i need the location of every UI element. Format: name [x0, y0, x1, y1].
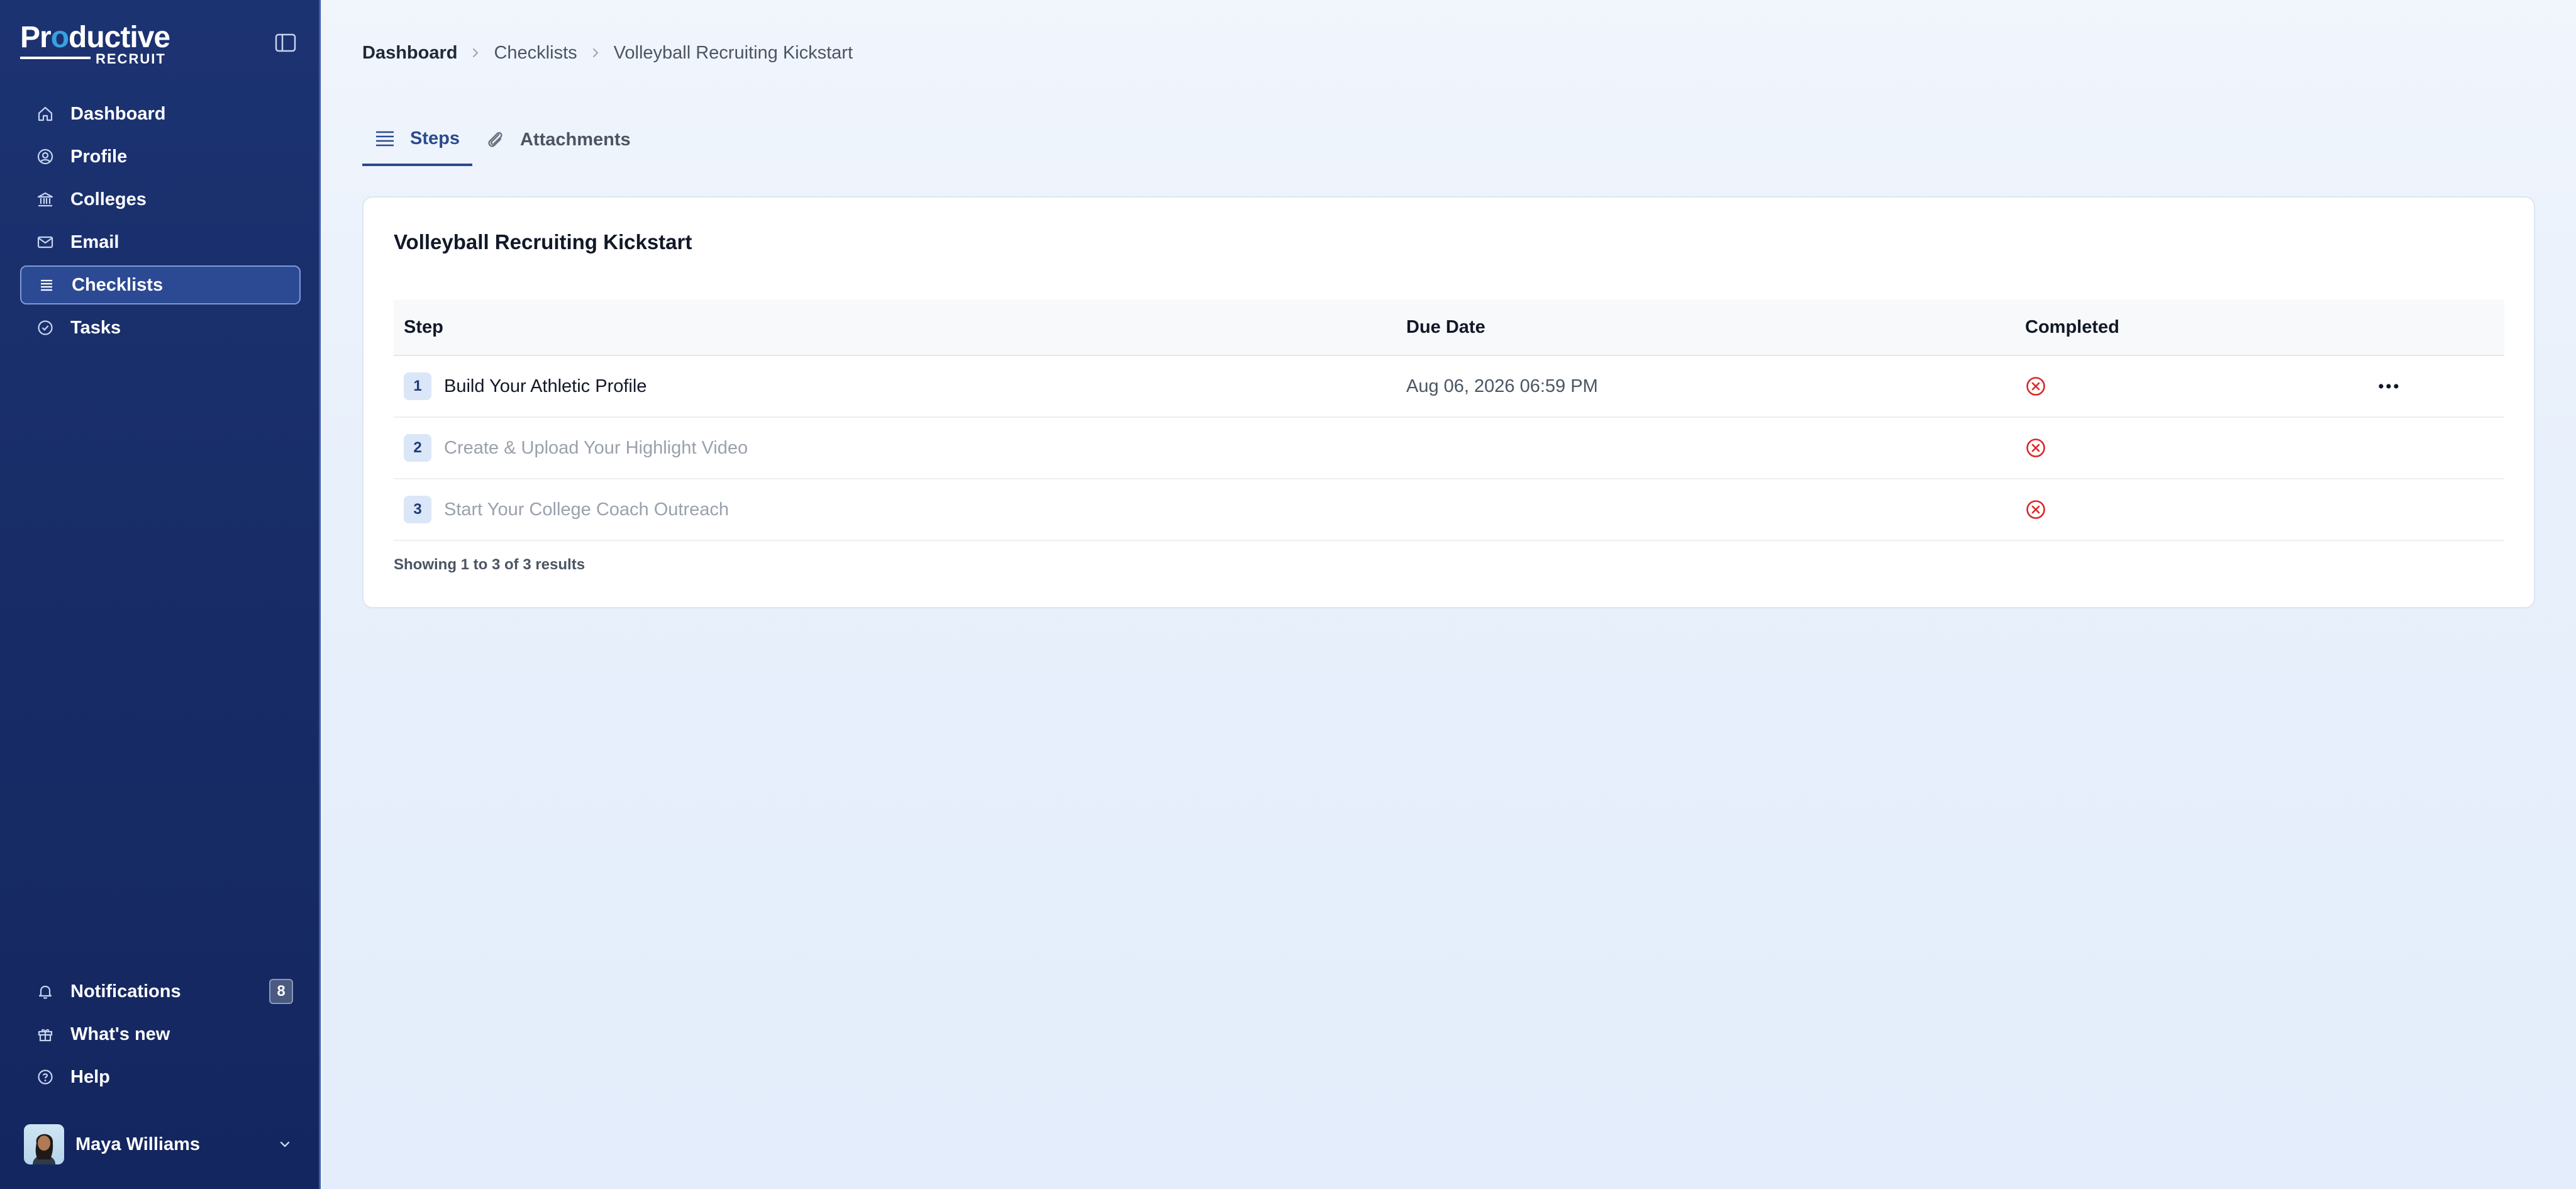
building-icon [36, 191, 54, 208]
sidebar-item-label: Colleges [70, 189, 147, 209]
tab-bar: Steps Attachments [362, 113, 643, 167]
step-number-badge: 1 [404, 372, 431, 400]
check-circle-icon [36, 319, 54, 337]
pagination-summary: Showing 1 to 3 of 3 results [394, 556, 586, 573]
sidebar-item-notifications[interactable]: Notifications 8 [20, 972, 301, 1011]
tab-steps[interactable]: Steps [362, 113, 472, 166]
chevron-right-icon [590, 47, 601, 59]
chevron-down-icon [275, 1135, 294, 1154]
sidebar-collapse-button[interactable] [273, 31, 298, 54]
sidebar-item-help[interactable]: Help [20, 1058, 301, 1097]
more-horizontal-icon[interactable] [2377, 382, 2503, 390]
x-circle-icon[interactable] [2025, 499, 2377, 520]
sidebar: Productive RECRUIT Dashboard Profile Col… [0, 0, 321, 1189]
tab-label: Attachments [519, 129, 631, 150]
chevron-right-icon [470, 47, 481, 59]
sidebar-item-label: Notifications [70, 981, 181, 1002]
sidebar-item-checklists[interactable]: Checklists [20, 265, 301, 304]
steps-table: Step Due Date Completed 1 Build Your Ath… [394, 299, 2504, 541]
column-header-completed: Completed [2025, 316, 2119, 337]
step-number-badge: 3 [404, 496, 431, 523]
x-circle-icon[interactable] [2025, 376, 2377, 397]
sidebar-item-label: Tasks [70, 317, 121, 338]
step-name: Create & Upload Your Highlight Video [444, 437, 748, 458]
sidebar-item-label: What's new [70, 1024, 170, 1044]
sidebar-item-label: Dashboard [70, 103, 166, 124]
paperclip-icon [485, 129, 505, 150]
column-header-step: Step [404, 316, 443, 337]
tab-label: Steps [410, 128, 460, 148]
sidebar-item-tasks[interactable]: Tasks [20, 308, 301, 347]
table-row[interactable]: 1 Build Your Athletic Profile Aug 06, 20… [394, 356, 2504, 418]
sidebar-item-profile[interactable]: Profile [20, 137, 301, 176]
tab-attachments[interactable]: Attachments [472, 113, 643, 166]
step-name: Start Your College Coach Outreach [444, 499, 729, 520]
sidebar-item-label: Help [70, 1066, 110, 1087]
breadcrumb-checklists[interactable]: Checklists [494, 43, 577, 64]
logo-subtext: RECRUIT [96, 51, 166, 67]
step-name[interactable]: Build Your Athletic Profile [444, 376, 647, 397]
user-name: Maya Williams [75, 1134, 200, 1154]
sidebar-toggle-icon [275, 33, 296, 52]
sidebar-item-dashboard[interactable]: Dashboard [20, 94, 301, 133]
card-title: Volleyball Recruiting Kickstart [394, 230, 692, 254]
sidebar-nav: Dashboard Profile Colleges Email Checkli… [20, 94, 301, 351]
breadcrumb-dashboard[interactable]: Dashboard [362, 43, 457, 64]
logo-gear-letter: o [50, 21, 69, 54]
home-icon [36, 105, 54, 123]
checklist-card: Volleyball Recruiting Kickstart Step Due… [362, 196, 2535, 608]
logo-text-suffix: ductive [69, 21, 170, 54]
avatar [24, 1124, 64, 1164]
list-icon [38, 276, 55, 294]
sidebar-bottom-nav: Notifications 8 What's new Help [20, 972, 301, 1100]
main-content: Dashboard Checklists Volleyball Recruiti… [323, 0, 2576, 1189]
x-circle-icon[interactable] [2025, 437, 2377, 459]
mail-icon [36, 233, 54, 251]
app-logo[interactable]: Productive RECRUIT [20, 21, 170, 67]
logo-rule [20, 57, 91, 59]
sidebar-item-colleges[interactable]: Colleges [20, 180, 301, 219]
notification-count-badge: 8 [269, 979, 293, 1004]
sidebar-item-label: Email [70, 232, 119, 252]
sidebar-item-email[interactable]: Email [20, 223, 301, 262]
bell-icon [36, 983, 54, 1000]
step-number-badge: 2 [404, 434, 431, 462]
table-header: Step Due Date Completed [394, 299, 2504, 356]
user-circle-icon [36, 148, 54, 165]
table-row[interactable]: 3 Start Your College Coach Outreach [394, 479, 2504, 541]
list-icon [375, 129, 395, 148]
sidebar-item-whats-new[interactable]: What's new [20, 1015, 301, 1054]
breadcrumb-current: Volleyball Recruiting Kickstart [613, 42, 853, 63]
sidebar-item-label: Profile [70, 146, 128, 167]
sidebar-item-label: Checklists [72, 274, 164, 295]
step-due-date: Aug 06, 2026 06:59 PM [1406, 376, 1598, 396]
help-circle-icon [36, 1068, 54, 1086]
column-header-due-date: Due Date [1406, 316, 1485, 337]
table-row[interactable]: 2 Create & Upload Your Highlight Video [394, 418, 2504, 479]
user-menu-trigger[interactable]: Maya Williams [24, 1124, 294, 1165]
breadcrumb: Dashboard Checklists Volleyball Recruiti… [362, 39, 853, 67]
logo-text-prefix: Pr [20, 21, 52, 54]
gift-icon [36, 1025, 54, 1043]
